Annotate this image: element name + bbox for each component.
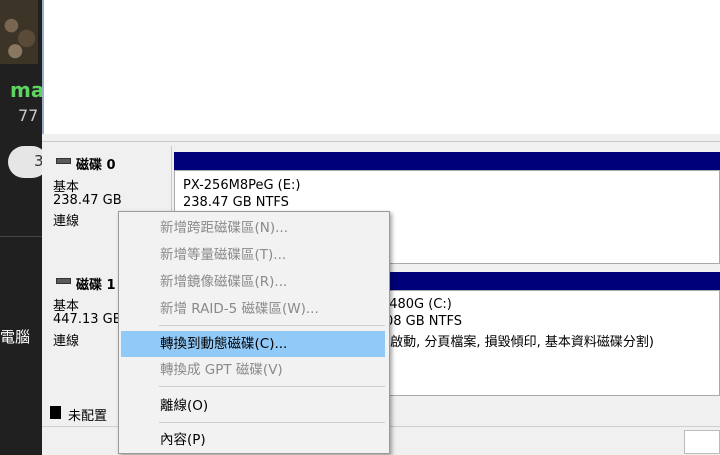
unallocated-label: 未配置 (68, 409, 108, 424)
partition-status: (啟動, 分頁檔案, 損毀傾印, 基本資料磁碟分割) (385, 335, 654, 350)
partition-name: PX-256M8PeG (E:) (183, 178, 301, 193)
partition-detail: 08 GB NTFS (385, 314, 462, 329)
menu-separator (159, 386, 385, 387)
background-app-strip (0, 0, 42, 454)
disk-status: 連線 (53, 334, 80, 349)
disk-size: 447.13 GB (53, 312, 122, 327)
menu-item-convert-to-gpt: 轉換成 GPT 磁碟(V) (160, 362, 283, 378)
menu-item-offline[interactable]: 離線(O) (121, 393, 385, 419)
avatar (0, 0, 38, 64)
disk-size: 238.47 GB (53, 193, 122, 208)
disk-icon (56, 278, 71, 284)
menu-item-convert-to-dynamic[interactable]: 轉換到動態磁碟(C)... (121, 331, 385, 357)
partition-name: ) 480G (C:) (380, 297, 452, 312)
menu-item-new-spanned-volume: 新增跨距磁碟區(N)... (160, 220, 289, 236)
status-box (684, 430, 720, 454)
pc-label: 電腦 (0, 328, 31, 346)
menu-item-new-mirrored-volume: 新增鏡像磁碟區(R)... (160, 274, 288, 290)
partition-bar (174, 152, 720, 170)
user-name: ma (10, 78, 45, 102)
divider (0, 236, 42, 237)
user-number: 77 (18, 106, 39, 125)
disk-status: 連線 (53, 214, 80, 229)
partition-detail: 238.47 GB NTFS (183, 195, 289, 210)
menu-item-properties[interactable]: 內容(P) (121, 427, 385, 453)
pane-splitter[interactable] (42, 134, 720, 142)
disk-title: 磁碟 0 (76, 158, 116, 173)
disk-icon (56, 158, 71, 164)
menu-item-new-raid5-volume: 新增 RAID-5 磁碟區(W)... (160, 301, 319, 317)
context-menu: 新增跨距磁碟區(N)... 新增等量磁碟區(T)... 新增鏡像磁碟區(R)..… (118, 211, 390, 454)
menu-separator (159, 325, 385, 326)
volume-list-pane[interactable] (42, 0, 720, 134)
disk-title: 磁碟 1 (76, 278, 116, 293)
unallocated-swatch (50, 406, 61, 419)
menu-item-new-striped-volume: 新增等量磁碟區(T)... (160, 247, 287, 263)
menu-separator (159, 422, 385, 423)
